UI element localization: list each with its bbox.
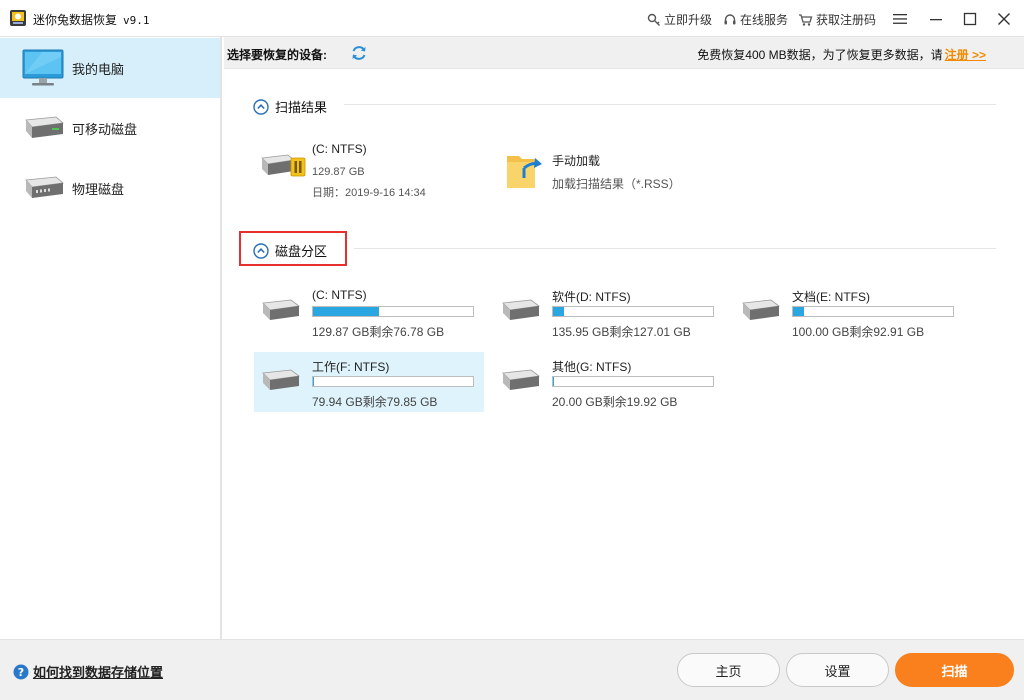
collapse-chevron-icon[interactable] — [253, 242, 269, 259]
hard-drive-icon — [262, 299, 301, 320]
usage-bar-fill — [553, 307, 564, 316]
device-toolbar: 选择要恢复的设备: 免费恢复400 MB数据，为了恢复更多数据，请 注册 >> — [224, 37, 1024, 69]
partition-size: 79.94 GB剩余79.85 GB — [312, 395, 438, 409]
home-button[interactable]: 主页 — [677, 653, 780, 687]
settings-button[interactable]: 设置 — [786, 653, 889, 687]
online-service-link[interactable]: 在线服务 — [723, 11, 788, 28]
hard-drive-icon — [262, 369, 301, 390]
free-quota-notice: 免费恢复400 MB数据，为了恢复更多数据，请 注册 >> — [697, 46, 986, 63]
app-title: 迷你兔数据恢复 v9.1 — [33, 11, 150, 28]
removable-disk-icon — [25, 116, 64, 138]
close-button[interactable] — [993, 8, 1015, 30]
collapse-chevron-icon[interactable] — [253, 98, 269, 115]
cart-icon — [799, 13, 813, 26]
usage-bar — [792, 306, 954, 317]
footer-bar: ? 如何找到数据存储位置 主页 设置 扫描 — [0, 639, 1024, 700]
folder-load-icon — [507, 156, 542, 188]
app-version: v9.1 — [123, 14, 150, 27]
partition-size: 135.95 GB剩余127.01 GB — [552, 325, 691, 339]
drive-paused-icon — [261, 154, 306, 177]
maximize-button[interactable] — [959, 8, 981, 30]
select-device-label: 选择要恢复的设备: — [227, 48, 327, 62]
online-service-label: 在线服务 — [740, 13, 789, 27]
usage-bar-fill — [793, 307, 805, 316]
hamburger-icon — [893, 14, 907, 24]
hard-drive-icon — [742, 299, 781, 320]
refresh-icon[interactable] — [350, 44, 368, 62]
notice-text: 免费恢复400 MB数据，为了恢复更多数据，请 — [697, 48, 943, 62]
svg-text:?: ? — [18, 666, 24, 679]
upgrade-label: 立即升级 — [664, 13, 713, 27]
manual-load-card[interactable]: 手动加载 加载扫描结果（*.RSS） — [494, 148, 724, 198]
app-logo-icon — [10, 10, 26, 26]
sidebar-item-label: 我的电脑 — [72, 61, 125, 77]
hard-drive-icon — [502, 299, 541, 320]
partition-size: 20.00 GB剩余19.92 GB — [552, 395, 678, 409]
partitions-header[interactable]: 磁盘分区 — [253, 241, 327, 260]
headset-icon — [724, 13, 736, 24]
usage-bar-fill — [313, 307, 379, 316]
app-name: 迷你兔数据恢复 — [33, 13, 118, 27]
partition-name: 软件(D: NTFS) — [552, 290, 631, 304]
partition-name: (C: NTFS) — [312, 288, 367, 302]
main-panel: 扫描结果 (C: NTFS) 129.87 GB 日期：2019-9-16 14… — [224, 70, 1024, 639]
scan-result-date: 日期：2019-9-16 14:34 — [312, 187, 426, 199]
help-icon: ? — [13, 664, 29, 679]
manual-load-desc: 加载扫描结果（*.RSS） — [552, 177, 681, 191]
maximize-icon — [963, 12, 977, 26]
scan-results-title: 扫描结果 — [275, 100, 328, 115]
section-divider — [354, 248, 996, 249]
partition-name: 其他(G: NTFS) — [552, 360, 632, 374]
minimize-button[interactable] — [925, 8, 947, 30]
usage-bar — [312, 376, 474, 387]
monitor-icon — [22, 49, 64, 86]
get-code-label: 获取注册码 — [816, 13, 877, 27]
partition-c[interactable]: (C: NTFS) 129.87 GB剩余76.78 GB — [254, 282, 484, 342]
upgrade-link[interactable]: 立即升级 — [647, 11, 712, 28]
minimize-icon — [930, 19, 942, 21]
partition-d[interactable]: 软件(D: NTFS) 135.95 GB剩余127.01 GB — [494, 282, 724, 342]
usage-bar — [552, 376, 714, 387]
partition-size: 100.00 GB剩余92.91 GB — [792, 325, 925, 339]
usage-bar-fill — [553, 377, 554, 386]
usage-bar — [312, 306, 474, 317]
partition-e[interactable]: 文档(E: NTFS) 100.00 GB剩余92.91 GB — [734, 282, 964, 342]
partition-f[interactable]: 工作(F: NTFS) 79.94 GB剩余79.85 GB — [254, 352, 484, 412]
scan-result-name: (C: NTFS) — [312, 142, 367, 156]
partition-size: 129.87 GB剩余76.78 GB — [312, 325, 445, 339]
sidebar-item-my-computer[interactable]: 我的电脑 — [0, 38, 220, 98]
manual-load-title: 手动加载 — [552, 154, 601, 168]
partitions-title: 磁盘分区 — [275, 244, 328, 259]
help-link[interactable]: ? 如何找到数据存储位置 — [13, 662, 163, 681]
title-bar: 迷你兔数据恢复 v9.1 立即升级 在线服务 获取注册码 — [0, 0, 1024, 37]
hard-drive-icon — [502, 369, 541, 390]
get-code-link[interactable]: 获取注册码 — [798, 11, 876, 28]
partition-g[interactable]: 其他(G: NTFS) 20.00 GB剩余19.92 GB — [494, 352, 724, 412]
register-link[interactable]: 注册 >> — [945, 48, 986, 62]
menu-button[interactable] — [889, 8, 911, 30]
close-icon — [998, 13, 1010, 25]
usage-bar — [552, 306, 714, 317]
sidebar: 我的电脑 可移动磁盘 物理磁盘 — [0, 37, 222, 639]
scan-results-header[interactable]: 扫描结果 — [253, 97, 327, 116]
sidebar-item-label: 物理磁盘 — [72, 181, 125, 197]
scan-result-size: 129.87 GB — [312, 166, 365, 178]
sidebar-item-removable-disk[interactable]: 可移动磁盘 — [0, 98, 220, 158]
sidebar-item-physical-disk[interactable]: 物理磁盘 — [0, 158, 220, 218]
help-text: 如何找到数据存储位置 — [33, 665, 164, 680]
section-divider — [344, 104, 996, 105]
scan-button[interactable]: 扫描 — [895, 653, 1014, 687]
partition-name: 工作(F: NTFS) — [312, 360, 390, 374]
sidebar-item-label: 可移动磁盘 — [72, 121, 138, 137]
physical-disk-icon — [25, 176, 64, 198]
key-icon — [647, 13, 660, 26]
partition-name: 文档(E: NTFS) — [792, 290, 870, 304]
scan-result-c-drive[interactable]: (C: NTFS) 129.87 GB 日期：2019-9-16 14:34 — [254, 142, 484, 202]
